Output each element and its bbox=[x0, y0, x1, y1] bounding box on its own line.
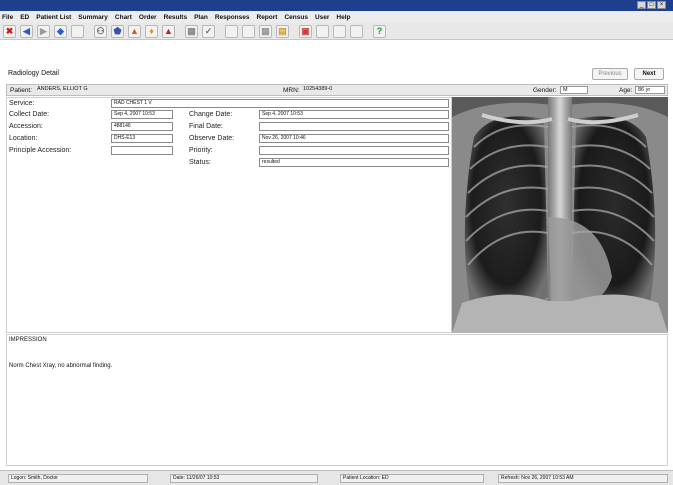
binoculars-icon: ⚇ bbox=[96, 25, 105, 36]
grid-button[interactable]: ▦ bbox=[259, 24, 272, 38]
priority-label: Priority: bbox=[189, 147, 213, 154]
chest-xray-image bbox=[452, 97, 668, 333]
gender-value: M bbox=[560, 86, 588, 94]
menu-summary[interactable]: Summary bbox=[78, 14, 108, 21]
shield-button[interactable]: ⬟ bbox=[111, 24, 124, 38]
status-field[interactable]: resulted bbox=[259, 158, 449, 167]
forward-arrow-icon: ▶ bbox=[40, 25, 47, 36]
document-icon: ▤ bbox=[278, 25, 287, 36]
status-segment: Logon: Smith, Doctor bbox=[8, 474, 148, 483]
impression-heading: IMPRESSION bbox=[9, 337, 47, 343]
bell-icon: ♦ bbox=[149, 25, 154, 36]
close-icon: ✖ bbox=[5, 25, 14, 36]
status-bar: Logon: Smith, Doctor Date: 11/26/07 10:53… bbox=[0, 470, 673, 485]
status-segment: Refresh: Nov 26, 2007 10:53 AM bbox=[498, 474, 668, 483]
blank-button[interactable] bbox=[333, 24, 346, 38]
previous-button[interactable]: Previous bbox=[592, 68, 628, 80]
warning-button[interactable]: ▲ bbox=[128, 24, 141, 38]
accession-label: Accession: bbox=[9, 123, 43, 130]
mrn-value: 10254389-0 bbox=[303, 86, 333, 92]
menu-help[interactable]: Help bbox=[336, 14, 350, 21]
principle-accession-field[interactable] bbox=[111, 146, 173, 155]
maximize-button[interactable]: □ bbox=[647, 1, 656, 9]
impression-panel: IMPRESSION Norm Chest Xray, no abnormal … bbox=[6, 334, 668, 466]
image-icon: ▣ bbox=[301, 25, 310, 36]
menu-chart[interactable]: Chart bbox=[115, 14, 132, 21]
page-header: Radiology Detail Previous Next bbox=[0, 40, 673, 84]
observe-date-label: Observe Date: bbox=[189, 135, 235, 142]
accession-field[interactable]: 488146 bbox=[111, 122, 173, 131]
principle-accession-label: Principle Accession: bbox=[9, 147, 72, 154]
change-date-label: Change Date: bbox=[189, 111, 233, 118]
collect-date-label: Collect Date: bbox=[9, 111, 50, 118]
blank-button[interactable] bbox=[316, 24, 329, 38]
age-value: 86 yr bbox=[635, 86, 665, 94]
change-date-field[interactable]: Sep 4, 2007 10:53 bbox=[259, 110, 449, 119]
status-segment: Patient Location: ED bbox=[340, 474, 484, 483]
final-date-label: Final Date: bbox=[189, 123, 223, 130]
menu-file[interactable]: File bbox=[2, 14, 13, 21]
next-button[interactable]: Next bbox=[634, 68, 664, 80]
age-label: Age: bbox=[619, 87, 633, 94]
blank-button[interactable] bbox=[242, 24, 255, 38]
menu-patient-list[interactable]: Patient List bbox=[36, 14, 71, 21]
alert-button[interactable]: ▲ bbox=[162, 24, 175, 38]
shield-icon: ⬟ bbox=[113, 25, 122, 36]
gender-label: Gender: bbox=[533, 87, 557, 94]
priority-field[interactable] bbox=[259, 146, 449, 155]
close-window-button[interactable]: × bbox=[657, 1, 666, 9]
bell-button[interactable]: ♦ bbox=[145, 24, 158, 38]
close-button[interactable]: ✖ bbox=[3, 24, 16, 38]
radiology-detail-form: Service: RAD CHEST 1 V Collect Date: Sep… bbox=[6, 97, 452, 333]
impression-text: Norm Chest Xray, no abnormal finding. bbox=[9, 363, 113, 369]
home-icon: ◆ bbox=[57, 25, 64, 36]
menu-census[interactable]: Census bbox=[284, 14, 307, 21]
location-label: Location: bbox=[9, 135, 38, 142]
binoculars-button[interactable]: ⚇ bbox=[94, 24, 107, 38]
menu-ed[interactable]: ED bbox=[20, 14, 29, 21]
document-button[interactable]: ▤ bbox=[276, 24, 289, 38]
help-button[interactable]: ? bbox=[373, 24, 386, 38]
help-icon: ? bbox=[376, 25, 383, 36]
blank-button[interactable] bbox=[350, 24, 363, 38]
check-button[interactable]: ✓ bbox=[202, 24, 215, 38]
collect-date-field[interactable]: Sep 4, 2007 10:53 bbox=[111, 110, 173, 119]
toolbar: ✖ ◀ ▶ ◆ ⚇ ⬟ ▲ ♦ ▲ ▦ ✓ ▦ ▤ ▣? bbox=[0, 23, 673, 40]
warning-icon: ▲ bbox=[130, 25, 139, 36]
check-icon: ✓ bbox=[204, 25, 213, 36]
grid-icon: ▦ bbox=[261, 25, 270, 36]
chart-button[interactable]: ▦ bbox=[185, 24, 198, 38]
back-arrow-icon: ◀ bbox=[23, 25, 30, 36]
mrn-label: MRN: bbox=[283, 87, 300, 94]
minimize-button[interactable]: _ bbox=[637, 1, 646, 9]
menu-plan[interactable]: Plan bbox=[194, 14, 208, 21]
status-label: Status: bbox=[189, 159, 211, 166]
location-field[interactable]: DHS-E13 bbox=[111, 134, 173, 143]
blank-button[interactable] bbox=[71, 24, 84, 38]
window-title-bar: _ □ × bbox=[0, 0, 673, 11]
patient-banner: Patient: ANDERS, ELLIOT G MRN: 10254389-… bbox=[6, 84, 668, 96]
service-field[interactable]: RAD CHEST 1 V bbox=[111, 99, 449, 108]
observe-date-field[interactable]: Nov 26, 2007 10:46 bbox=[259, 134, 449, 143]
menu-responses[interactable]: Responses bbox=[215, 14, 250, 21]
back-arrow-button[interactable]: ◀ bbox=[20, 24, 33, 38]
menu-results[interactable]: Results bbox=[164, 14, 187, 21]
chart-icon: ▦ bbox=[187, 25, 196, 36]
status-segment: Date: 11/26/07 10:53 bbox=[170, 474, 318, 483]
home-button[interactable]: ◆ bbox=[54, 24, 67, 38]
final-date-field[interactable] bbox=[259, 122, 449, 131]
alert-icon: ▲ bbox=[164, 25, 173, 36]
patient-label: Patient: bbox=[10, 87, 33, 94]
menu-report[interactable]: Report bbox=[257, 14, 278, 21]
menu-user[interactable]: User bbox=[315, 14, 329, 21]
menu-order[interactable]: Order bbox=[139, 14, 157, 21]
blank-button[interactable] bbox=[225, 24, 238, 38]
forward-arrow-button[interactable]: ▶ bbox=[37, 24, 50, 38]
patient-name: ANDERS, ELLIOT G bbox=[37, 86, 88, 92]
page-title: Radiology Detail bbox=[8, 70, 59, 77]
menu-bar: File ED Patient List Summary Chart Order Resul… bbox=[0, 11, 673, 23]
image-button[interactable]: ▣ bbox=[299, 24, 312, 38]
service-label: Service: bbox=[9, 100, 35, 107]
